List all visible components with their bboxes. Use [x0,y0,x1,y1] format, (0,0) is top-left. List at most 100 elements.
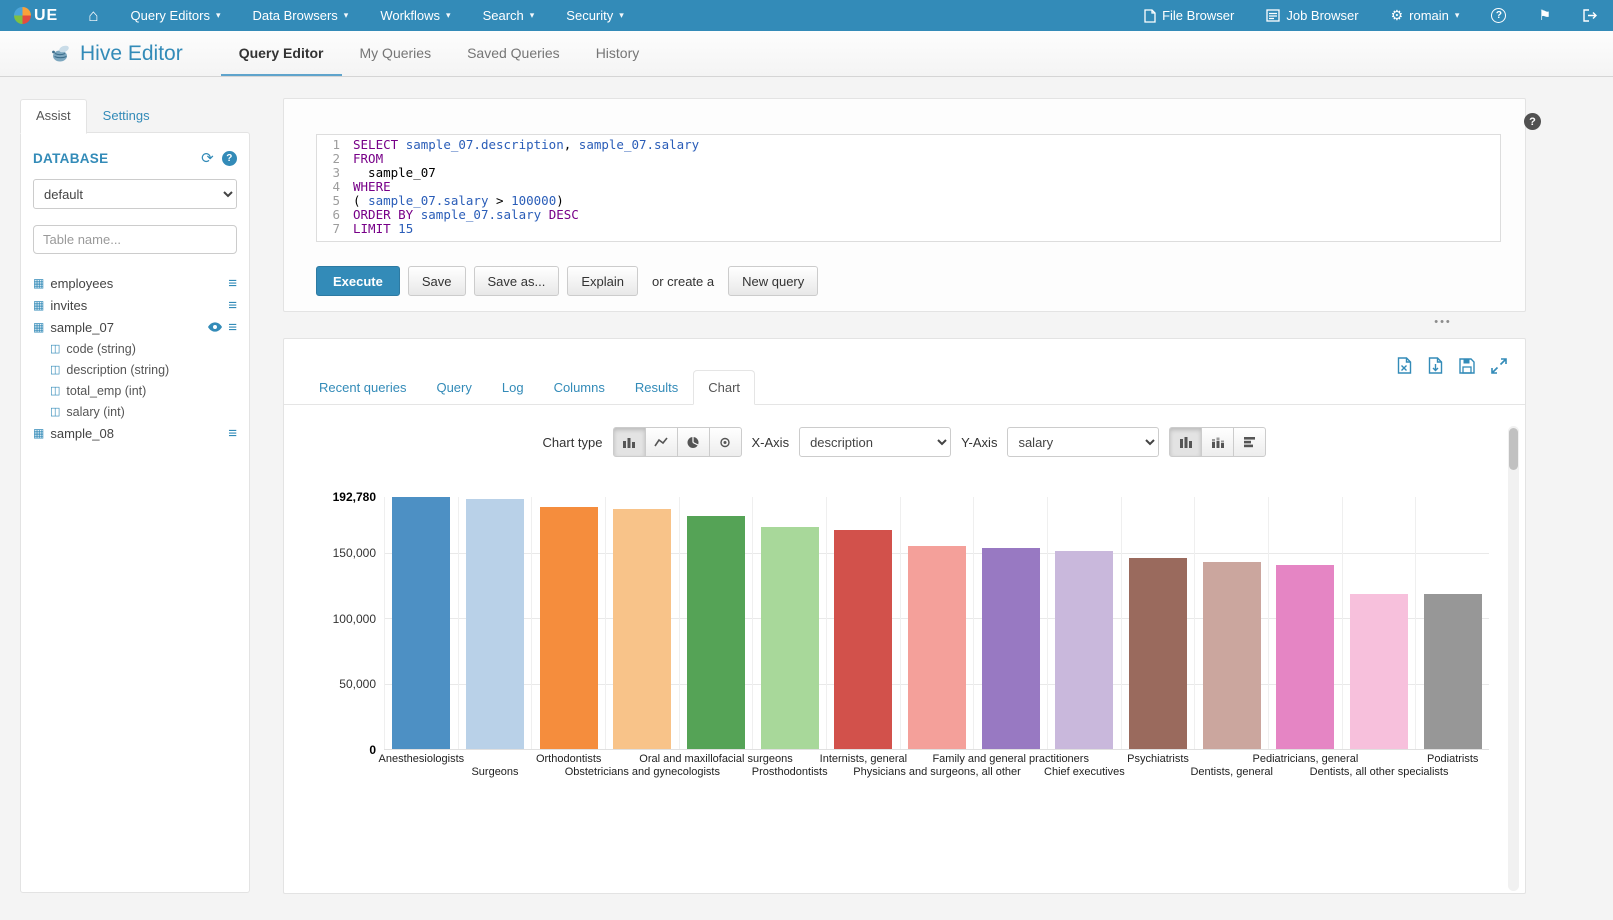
table-item[interactable]: ▦sample_07≡ [33,316,237,338]
execute-button[interactable]: Execute [316,266,400,296]
table-name: invites [50,298,87,313]
horizontal-bars-button[interactable] [1233,427,1266,457]
app-header: Hive Editor Query Editor My Queries Save… [0,31,1613,77]
resize-handle[interactable]: ••• [1426,318,1460,330]
column-item[interactable]: ◫description (string) [33,359,237,380]
save-button[interactable]: Save [408,266,466,296]
table-menu-icon[interactable]: ≡ [228,320,237,335]
sql-code-editor[interactable]: 1234567 SELECT sample_07.description, sa… [316,134,1501,242]
vertical-scrollbar[interactable] [1508,426,1519,891]
menu-data-browsers[interactable]: Data Browsers ▾ [237,0,365,31]
x-axis-tick-label: Surgeons [471,766,518,778]
table-menu-icon[interactable]: ≡ [228,426,237,441]
column-item[interactable]: ◫salary (int) [33,401,237,422]
menu-search[interactable]: Search ▾ [467,0,551,31]
new-query-button[interactable]: New query [728,266,818,296]
home-button[interactable]: ⌂ [72,0,114,31]
table-item[interactable]: ▦sample_08≡ [33,422,237,444]
pie-chart-type-button[interactable] [677,427,710,457]
column-item[interactable]: ◫code (string) [33,338,237,359]
code-token [413,207,421,222]
eye-icon[interactable] [208,322,222,332]
code-token [398,137,406,152]
bar-orientation-group [1169,427,1266,457]
code-token: WHERE [353,179,391,194]
refresh-icon[interactable]: ⟳ [201,149,214,167]
explain-button[interactable]: Explain [567,266,638,296]
app-title[interactable]: Hive Editor [50,31,183,76]
tab-results[interactable]: Results [620,370,693,405]
x-axis-select[interactable]: description [799,427,951,457]
table-icon: ▦ [33,426,44,440]
logout-button[interactable] [1567,0,1613,31]
file-browser-link[interactable]: File Browser [1128,0,1250,31]
results-tabs: Recent queries Query Log Columns Results… [284,339,1525,405]
menu-query-editors-label: Query Editors [131,8,210,23]
save-as-button[interactable]: Save as... [474,266,560,296]
line-chart-type-button[interactable] [645,427,678,457]
fullscreen-icon[interactable] [1491,358,1507,374]
or-create-a-text: or create a [652,274,714,289]
column-item[interactable]: ◫total_emp (int) [33,380,237,401]
tab-query[interactable]: Query [421,370,486,405]
tab-query-editor[interactable]: Query Editor [221,31,342,76]
tab-chart[interactable]: Chart [693,370,755,405]
scatter-chart-type-button[interactable] [709,427,742,457]
chart-bar-slot: Podiatrists [1416,497,1489,749]
chart-bars: AnesthesiologistsSurgeonsOrthodontistsOb… [384,497,1489,749]
column-name: total_emp (int) [66,384,146,398]
table-icon: ▦ [33,298,44,312]
bar-chart-type-button[interactable] [613,427,646,457]
results-panel: Recent queries Query Log Columns Results… [283,338,1526,894]
hue-logo[interactable]: UE [0,0,72,31]
database-select[interactable]: default [33,179,237,209]
code-token: ) [556,193,564,208]
grouped-bars-button[interactable] [1169,427,1202,457]
download-xls-icon[interactable] [1397,357,1412,374]
save-results-icon[interactable] [1459,358,1475,374]
chart-bar [1276,565,1334,749]
job-browser-label: Job Browser [1286,8,1358,23]
line-number: 5 [317,194,340,208]
line-number: 1 [317,138,340,152]
assist-sidebar: Assist Settings DATABASE ⟳ ? default ▦em… [20,99,250,893]
tab-assist[interactable]: Assist [20,99,87,134]
table-item[interactable]: ▦ invites ≡ [33,294,237,316]
x-axis-tick-label: Psychiatrists [1127,753,1189,765]
tab-history[interactable]: History [578,31,658,76]
x-axis-tick-label: Orthodontists [536,753,601,765]
download-file-icon[interactable] [1428,357,1443,374]
scrollbar-thumb[interactable] [1509,428,1518,470]
table-filter-input[interactable] [33,225,237,254]
database-help-icon[interactable]: ? [222,151,237,166]
menu-workflows[interactable]: Workflows ▾ [364,0,466,31]
feedback-flag-button[interactable]: ⚑ [1522,0,1567,31]
tab-columns[interactable]: Columns [539,370,620,405]
user-menu[interactable]: ⚙ romain ▾ [1375,0,1476,31]
tab-log[interactable]: Log [487,370,539,405]
job-browser-link[interactable]: Job Browser [1250,0,1374,31]
y-axis-select[interactable]: salary [1007,427,1159,457]
chart-bar-slot: Dentists, general [1195,497,1269,749]
chart-plot-area: AnesthesiologistsSurgeonsOrthodontistsOb… [384,497,1489,750]
x-axis-label: X-Axis [752,435,790,450]
table-menu-icon[interactable]: ≡ [228,298,237,313]
tab-saved-queries[interactable]: Saved Queries [449,31,578,76]
menu-search-label: Search [483,8,524,23]
table-menu-icon[interactable]: ≡ [228,276,237,291]
menu-query-editors[interactable]: Query Editors ▾ [115,0,237,31]
table-item[interactable]: ▦employees≡ [33,272,237,294]
tab-settings[interactable]: Settings [87,99,166,133]
tab-recent-queries[interactable]: Recent queries [304,370,421,405]
chart-bar [1350,594,1408,749]
chart-bar [687,516,745,749]
stacked-bars-button[interactable] [1201,427,1234,457]
editor-help-icon[interactable]: ? [1524,113,1541,130]
chart-bar [982,548,1040,749]
hive-icon [50,44,72,64]
help-button[interactable]: ? [1475,0,1522,31]
code-token: 100000 [511,193,556,208]
tab-my-queries[interactable]: My Queries [342,31,450,76]
code-token: sample_07.salary [368,193,488,208]
menu-security[interactable]: Security ▾ [550,0,640,31]
